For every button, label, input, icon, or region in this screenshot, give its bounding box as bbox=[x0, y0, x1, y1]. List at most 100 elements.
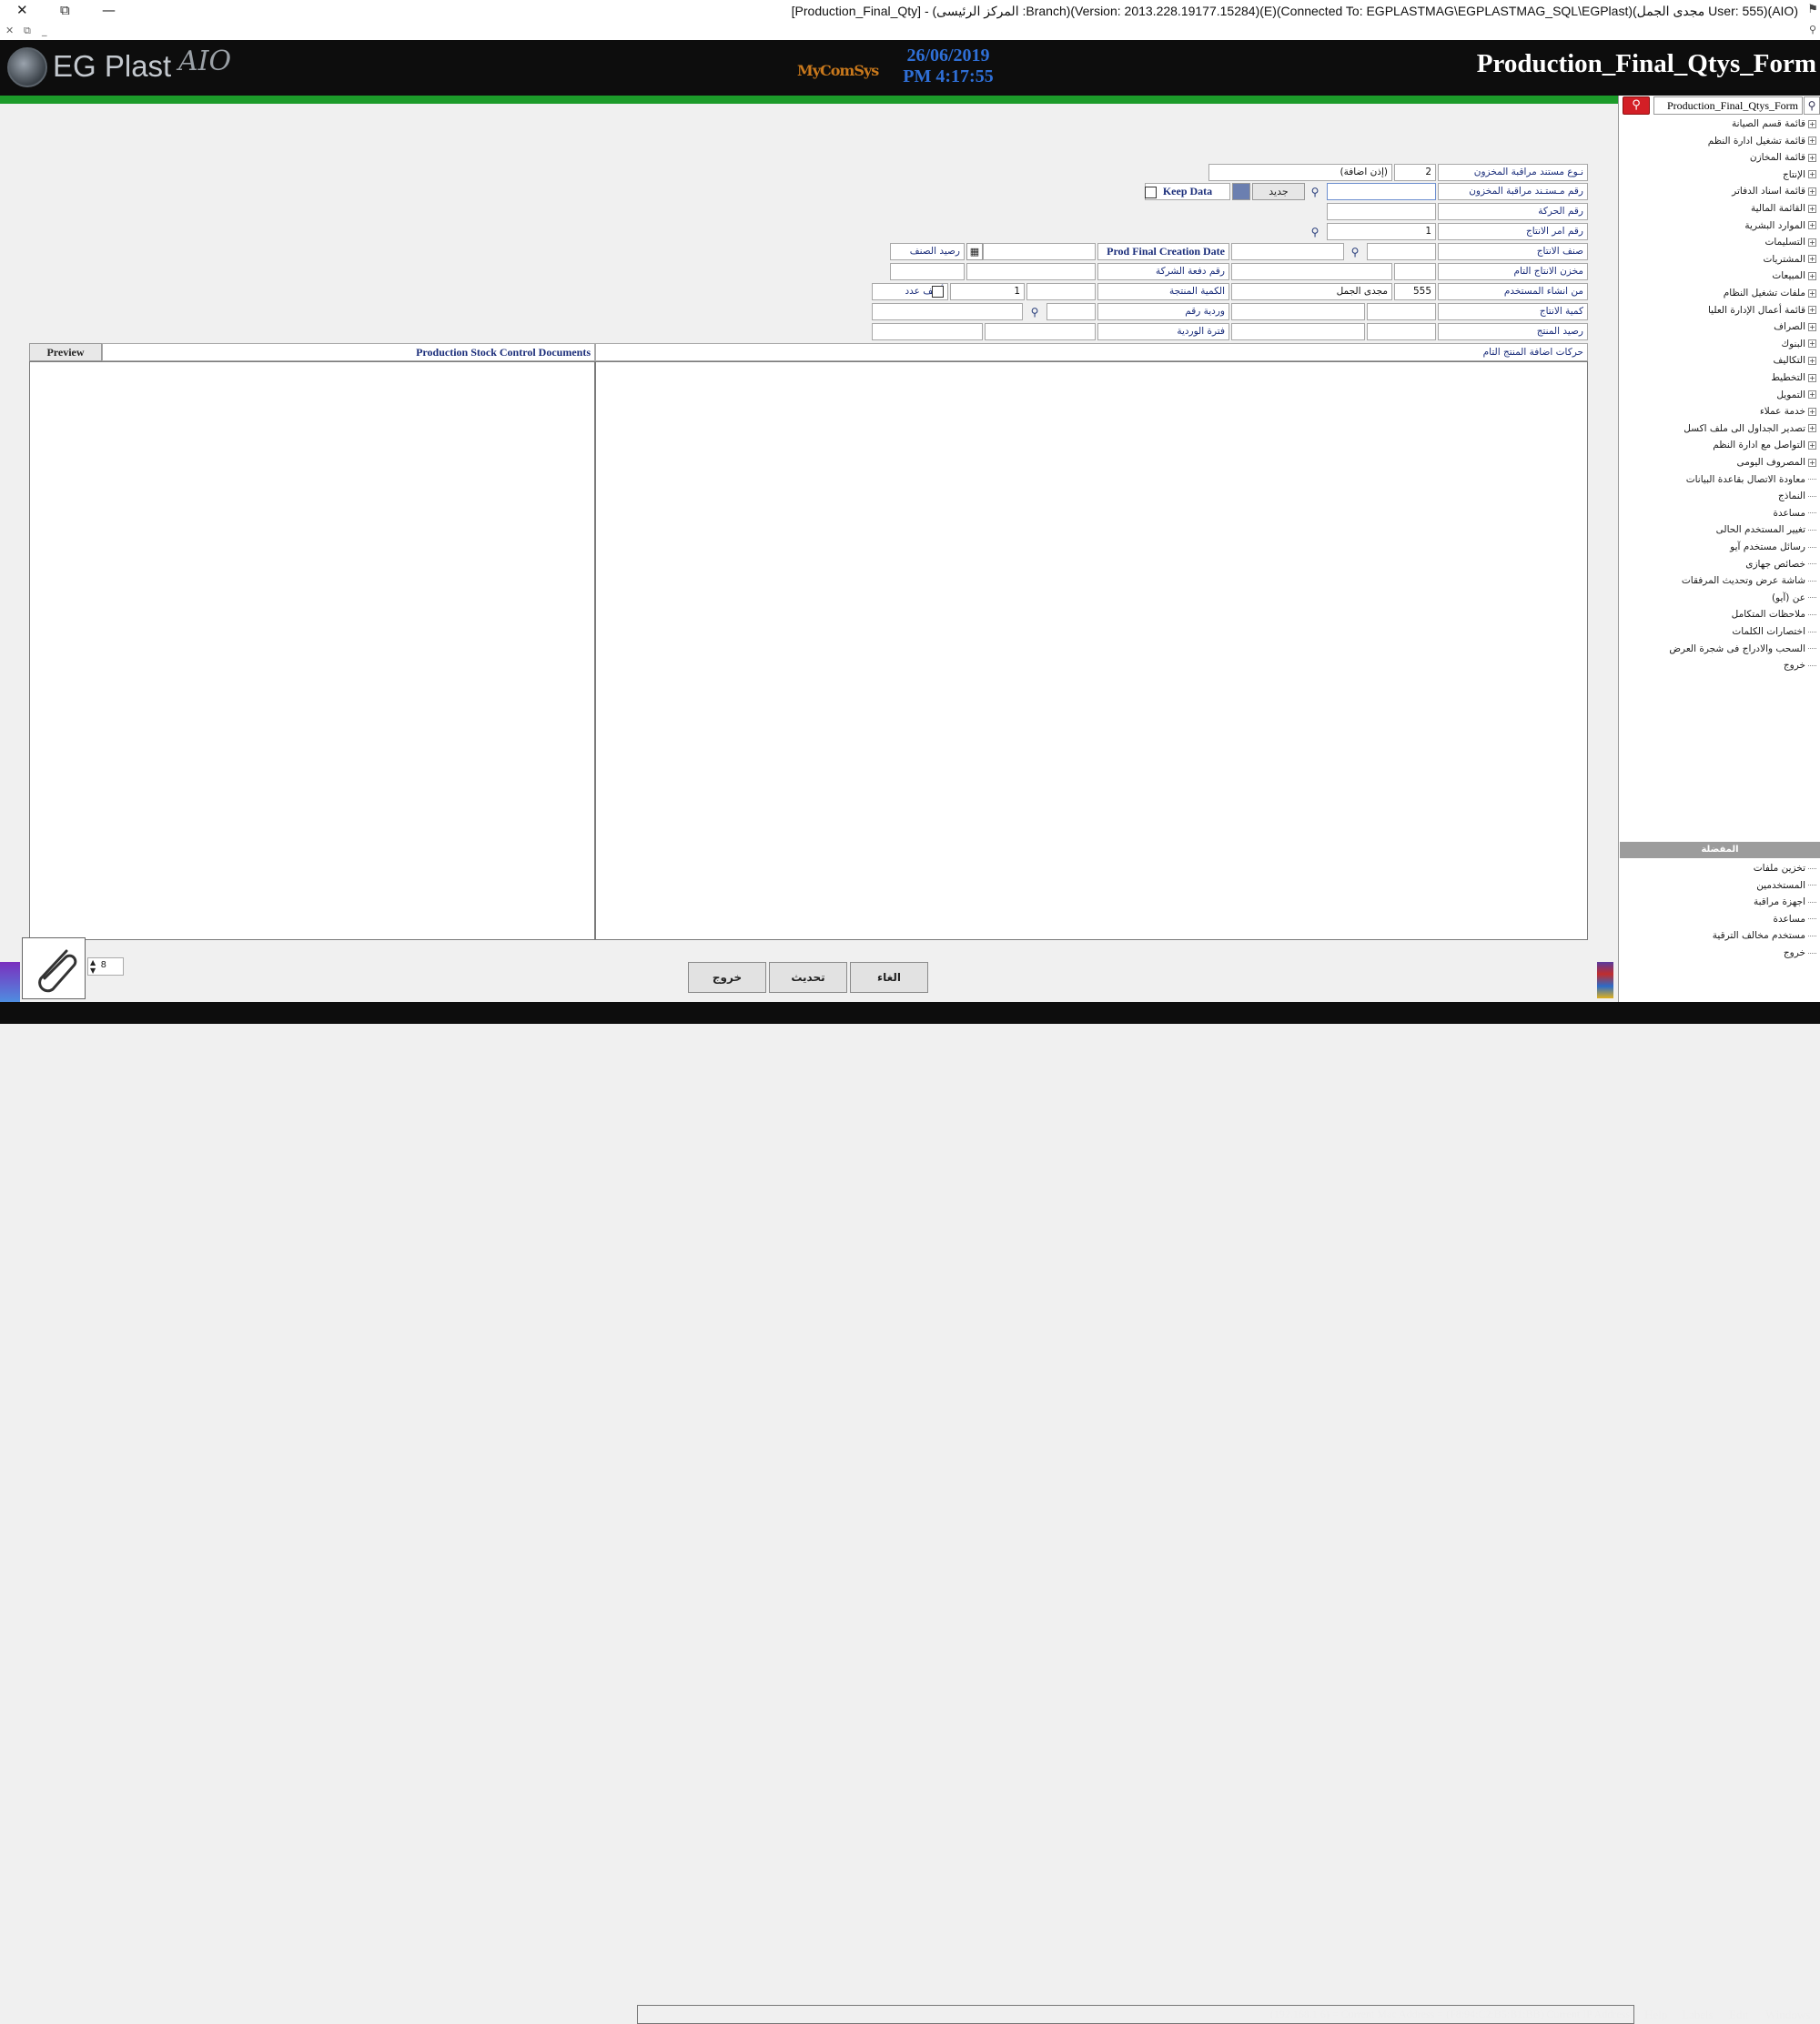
tree-item[interactable]: +التكاليف bbox=[1773, 355, 1816, 371]
expand-icon[interactable]: + bbox=[1808, 170, 1816, 179]
tree-item[interactable]: +القائمة المالية bbox=[1751, 203, 1816, 219]
favorite-item[interactable]: تخزين ملفات bbox=[1754, 863, 1816, 879]
tree-item[interactable]: معاودة الاتصال بقاعدة البيانات bbox=[1686, 474, 1816, 491]
shift-period-from-field[interactable] bbox=[985, 323, 1096, 340]
expand-icon[interactable]: + bbox=[1808, 204, 1816, 213]
close-window-button[interactable]: ✕ bbox=[16, 2, 28, 18]
tree-item[interactable]: +المشتريات bbox=[1763, 254, 1816, 270]
menu-labels[interactable]: Labels bbox=[1682, 2008, 1714, 2022]
cancel-button[interactable]: الغاء bbox=[850, 962, 928, 993]
favorite-item[interactable]: اجهزة مراقبة bbox=[1754, 896, 1816, 913]
tree-item[interactable]: النماذج bbox=[1778, 491, 1816, 507]
item-code-field[interactable] bbox=[1367, 243, 1436, 260]
warehouse-name-field[interactable] bbox=[1231, 263, 1392, 280]
refresh-button[interactable]: تحديث bbox=[769, 962, 847, 993]
expand-icon[interactable]: + bbox=[1808, 119, 1816, 128]
search-icon[interactable]: ⚲ bbox=[1307, 184, 1323, 200]
exit-button[interactable]: خروج bbox=[688, 962, 766, 993]
new-button[interactable]: جديد bbox=[1252, 183, 1305, 200]
tree-item[interactable]: السحب والادراج فى شجرة العرض bbox=[1669, 643, 1816, 660]
tree-item[interactable]: +الإنتاج bbox=[1783, 169, 1816, 186]
expand-icon[interactable]: + bbox=[1808, 153, 1816, 162]
expand-icon[interactable]: + bbox=[1808, 458, 1816, 467]
tree-item[interactable]: خصائص جهازى bbox=[1745, 559, 1816, 575]
menu-windows[interactable]: Windows bbox=[1765, 2008, 1810, 2022]
minimize-window-button[interactable]: — bbox=[102, 2, 116, 18]
tree-item[interactable]: +التخطيط bbox=[1771, 372, 1816, 389]
expand-icon[interactable]: + bbox=[1808, 440, 1816, 450]
mdi-minimize-icon[interactable]: _ bbox=[42, 25, 47, 36]
company-batch-field[interactable] bbox=[966, 263, 1096, 280]
tree-item[interactable]: خروج bbox=[1784, 660, 1816, 676]
tree-item[interactable]: +قائمة تشغيل ادارة النظم bbox=[1708, 136, 1816, 152]
tree-item[interactable]: +التواصل مع ادارة النظم bbox=[1713, 440, 1816, 456]
tree-item[interactable]: +الموارد البشرية bbox=[1744, 220, 1816, 237]
expand-icon[interactable]: + bbox=[1808, 306, 1816, 315]
pin-icon[interactable]: ⚲ bbox=[1809, 24, 1816, 35]
menu-help[interactable]: Help bbox=[1644, 2008, 1667, 2022]
tree-item[interactable]: +قائمة المخازن bbox=[1750, 152, 1816, 168]
expand-icon[interactable]: + bbox=[1808, 288, 1816, 298]
tree-item[interactable]: تغيير المستخدم الحالى bbox=[1716, 524, 1816, 541]
favorite-item[interactable]: مساعدة bbox=[1774, 914, 1816, 930]
tree-item[interactable]: +ملفات تشغيل النظام bbox=[1724, 288, 1816, 304]
shift-name-field[interactable] bbox=[872, 303, 1023, 320]
new-icon-button[interactable] bbox=[1232, 183, 1250, 200]
tree-item[interactable]: +المصروف اليومى bbox=[1737, 457, 1816, 473]
tree-item[interactable]: +تصدير الجداول الى ملف اكسل bbox=[1684, 423, 1816, 440]
expand-icon[interactable]: + bbox=[1808, 187, 1816, 196]
search-icon[interactable]: ⚲ bbox=[1026, 304, 1043, 320]
keep-data-checkbox[interactable] bbox=[1145, 187, 1157, 198]
produced-qty-field[interactable] bbox=[1026, 283, 1096, 300]
expand-icon[interactable]: + bbox=[1808, 373, 1816, 382]
tree-item[interactable]: +قائمة أعمال الإدارة العليا bbox=[1708, 305, 1816, 321]
expand-icon[interactable]: + bbox=[1808, 407, 1816, 416]
restore-window-button[interactable]: ⧉ bbox=[60, 2, 70, 18]
expand-icon[interactable]: + bbox=[1808, 356, 1816, 365]
search-icon[interactable]: ⚲ bbox=[1623, 96, 1650, 115]
expand-icon[interactable]: + bbox=[1808, 322, 1816, 331]
doc-no-field[interactable] bbox=[1327, 183, 1436, 200]
mdi-close-icon[interactable]: ✕ bbox=[5, 25, 14, 36]
search-icon[interactable]: ⚲ bbox=[1307, 224, 1323, 240]
tree-item[interactable]: +التسليمات bbox=[1765, 237, 1816, 253]
favorite-item[interactable]: خروج bbox=[1784, 947, 1816, 964]
expand-icon[interactable]: + bbox=[1808, 424, 1816, 433]
mdi-restore-icon[interactable]: ⧉ bbox=[24, 25, 31, 37]
movement-no-field[interactable] bbox=[1327, 203, 1436, 220]
find-icon[interactable]: ⚲ bbox=[1804, 96, 1820, 115]
expand-icon[interactable]: + bbox=[1808, 221, 1816, 230]
expand-icon[interactable]: + bbox=[1808, 390, 1816, 400]
form-search-input[interactable]: Production_Final_Qtys_Form bbox=[1653, 96, 1803, 115]
attachment-paperclip-icon[interactable] bbox=[22, 937, 86, 999]
order-no-field[interactable]: 1 bbox=[1327, 223, 1436, 240]
stepper-arrows-icon[interactable]: ▲ ▼ bbox=[90, 958, 96, 975]
tree-item[interactable]: +التمويل bbox=[1776, 390, 1816, 406]
tree-item[interactable]: اختصارات الكلمات bbox=[1732, 626, 1816, 643]
attachments-count-stepper[interactable]: ▲ ▼ 8 bbox=[87, 957, 124, 976]
creation-date-field[interactable] bbox=[983, 243, 1096, 260]
doc-type-field[interactable]: 2 bbox=[1394, 164, 1436, 181]
tree-item[interactable]: +البنوك bbox=[1781, 339, 1816, 355]
warehouse-code-field[interactable] bbox=[1394, 263, 1436, 280]
tree-item[interactable]: +خدمة عملاء bbox=[1760, 406, 1816, 422]
tree-item[interactable]: +المبيعات bbox=[1772, 270, 1816, 287]
tree-item[interactable]: عن (آيو) bbox=[1772, 592, 1816, 609]
add-count-field[interactable]: 1 bbox=[950, 283, 1025, 300]
expand-icon[interactable]: + bbox=[1808, 238, 1816, 247]
tree-item[interactable]: +الصراف bbox=[1774, 321, 1816, 338]
favorite-item[interactable]: مستخدم مخالف الترقية bbox=[1713, 930, 1816, 946]
tree-item[interactable]: شاشة عرض وتحديث المرفقات bbox=[1682, 575, 1816, 592]
expand-icon[interactable]: + bbox=[1808, 255, 1816, 264]
tree-item[interactable]: مساعدة bbox=[1774, 508, 1816, 524]
menu-edit[interactable]: Edit bbox=[1729, 2008, 1749, 2022]
tree-item[interactable]: +قائمة قسم الصيانة bbox=[1732, 118, 1816, 135]
calendar-icon[interactable]: ▦ bbox=[966, 243, 983, 260]
expand-icon[interactable]: + bbox=[1808, 271, 1816, 280]
add-count-checkbox[interactable] bbox=[932, 286, 944, 298]
item-name-field[interactable] bbox=[1231, 243, 1344, 260]
prod-qty-unit-field[interactable] bbox=[1231, 303, 1365, 320]
tree-item[interactable]: ملاحظات المتكامل bbox=[1732, 609, 1816, 625]
preview-button[interactable]: Preview bbox=[29, 343, 102, 361]
final-product-movements-grid[interactable] bbox=[595, 361, 1588, 940]
